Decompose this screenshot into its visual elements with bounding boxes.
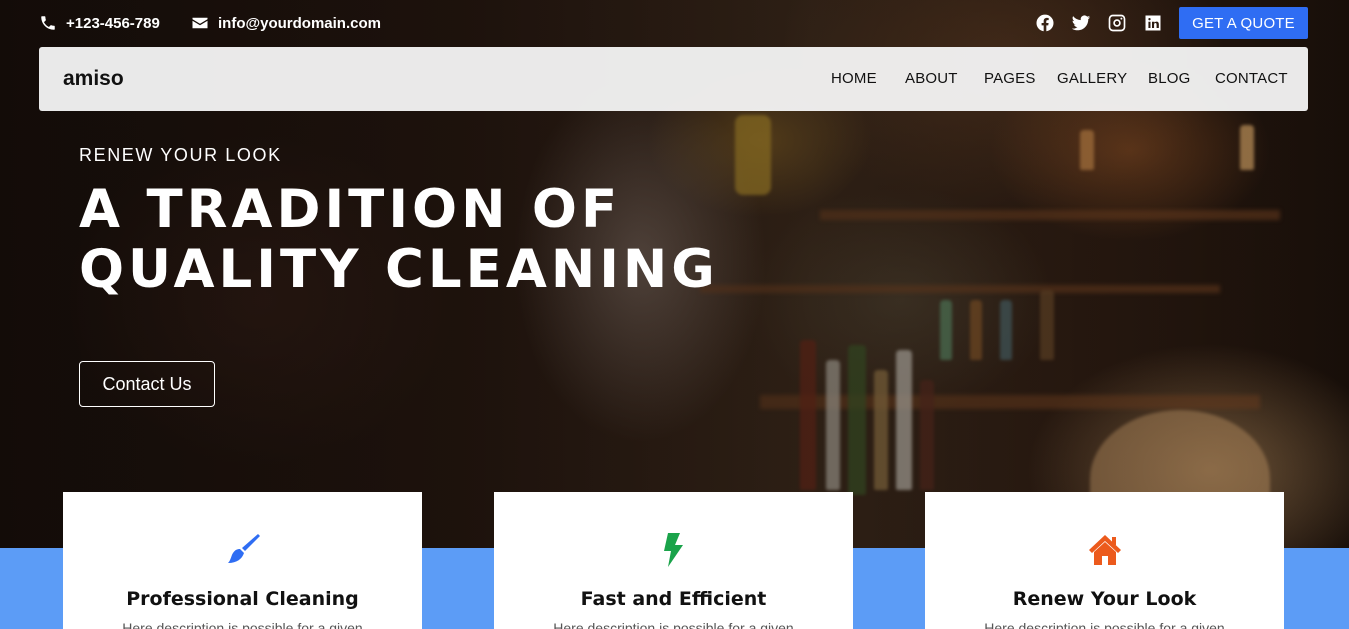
phone-contact[interactable]: +123-456-789: [39, 12, 160, 34]
email-address: info@yourdomain.com: [218, 14, 381, 32]
hero-eyebrow: RENEW YOUR LOOK: [79, 145, 282, 165]
feature-card-fast-and-efficient: Fast and Efficient Here description is p…: [494, 492, 853, 629]
feature-description: Here description is possible for a given: [553, 620, 794, 629]
nav-home[interactable]: HOME: [831, 70, 877, 87]
twitter-icon[interactable]: [1070, 12, 1092, 34]
nav-pages[interactable]: PAGES: [984, 70, 1036, 87]
instagram-icon[interactable]: [1106, 12, 1128, 34]
get-a-quote-button[interactable]: GET A QUOTE: [1179, 7, 1308, 39]
main-navbar: amiso HOME ABOUT PAGES GALLERY BLOG CONT…: [39, 47, 1308, 111]
brush-icon: [63, 532, 422, 568]
feature-title: Professional Cleaning: [126, 588, 359, 610]
feature-card-professional-cleaning: Professional Cleaning Here description i…: [63, 492, 422, 629]
home-icon: [925, 532, 1284, 568]
top-bar: +123-456-789 info@yourdomain.com GET A Q…: [0, 0, 1349, 46]
nav-gallery[interactable]: GALLERY: [1057, 70, 1127, 87]
feature-title: Renew Your Look: [1012, 588, 1197, 610]
email-contact[interactable]: info@yourdomain.com: [191, 12, 381, 34]
brand-logo[interactable]: amiso: [63, 67, 124, 91]
nav-blog[interactable]: BLOG: [1148, 70, 1190, 87]
facebook-icon[interactable]: [1034, 12, 1056, 34]
nav-contact[interactable]: CONTACT: [1215, 70, 1288, 87]
hero-headline: A TRADITION OF QUALITY CLEANING: [79, 179, 719, 300]
linkedin-icon[interactable]: [1142, 12, 1164, 34]
feature-title: Fast and Efficient: [580, 588, 767, 610]
feature-description: Here description is possible for a given: [122, 620, 363, 629]
contact-us-button[interactable]: Contact Us: [79, 361, 215, 407]
feature-description: Here description is possible for a given: [984, 620, 1225, 629]
nav-about[interactable]: ABOUT: [905, 70, 958, 87]
feature-card-renew-your-look: Renew Your Look Here description is poss…: [925, 492, 1284, 629]
bolt-icon: [494, 532, 853, 568]
phone-icon: [41, 16, 55, 30]
envelope-icon: [192, 17, 208, 29]
phone-number: +123-456-789: [66, 14, 160, 32]
